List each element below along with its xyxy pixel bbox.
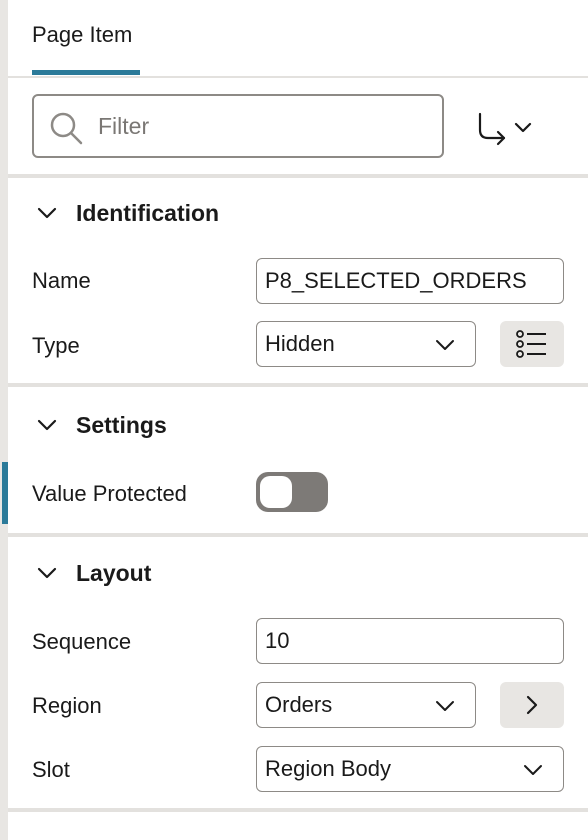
name-field[interactable]: P8_SELECTED_ORDERS (256, 258, 564, 304)
value-protected-label: Value Protected (32, 481, 187, 506)
goto-arrow-icon (478, 112, 532, 146)
type-list-button[interactable] (500, 321, 564, 367)
search-icon (50, 112, 83, 145)
toggle-knob (260, 476, 292, 508)
slot-select-value: Region Body (265, 756, 391, 781)
property-editor: Page Item Identification Name P8_SELECTE… (8, 0, 588, 840)
section-divider (8, 383, 588, 387)
chevron-right-icon (526, 695, 538, 715)
section-title: Layout (76, 560, 152, 586)
section-divider (8, 808, 588, 812)
chevron-down-icon (37, 567, 57, 579)
name-label: Name (32, 268, 91, 293)
tab-active-indicator (32, 70, 140, 75)
chevron-down-icon (37, 419, 57, 431)
list-icon (516, 330, 546, 358)
chevron-down-icon (436, 701, 454, 711)
region-label: Region (32, 693, 102, 718)
section-header-identification[interactable]: Identification (32, 194, 292, 234)
type-label: Type (32, 333, 80, 358)
slot-select[interactable]: Region Body (256, 746, 564, 792)
section-divider (8, 174, 588, 178)
region-select-value: Orders (265, 692, 333, 717)
chevron-down-icon (436, 340, 454, 350)
chevron-down-icon (37, 207, 57, 219)
left-rail (0, 0, 8, 840)
section-title: Settings (76, 412, 167, 438)
value-protected-toggle[interactable] (256, 472, 328, 512)
type-select[interactable]: Hidden (256, 321, 476, 367)
go-to-group-button[interactable] (470, 104, 540, 148)
section-divider (8, 533, 588, 537)
slot-label: Slot (32, 757, 70, 782)
chevron-down-icon (524, 765, 542, 775)
sequence-field[interactable]: 10 (256, 618, 564, 664)
region-select[interactable]: Orders (256, 682, 476, 728)
sequence-label: Sequence (32, 629, 132, 654)
tab-bar: Page Item (8, 0, 588, 78)
section-header-layout[interactable]: Layout (32, 554, 232, 594)
type-select-value: Hidden (265, 331, 335, 356)
region-go-button[interactable] (500, 682, 564, 728)
section-header-settings[interactable]: Settings (32, 406, 232, 446)
filter-input[interactable] (98, 106, 428, 146)
filter-box[interactable] (32, 94, 444, 158)
section-title: Identification (76, 200, 220, 226)
